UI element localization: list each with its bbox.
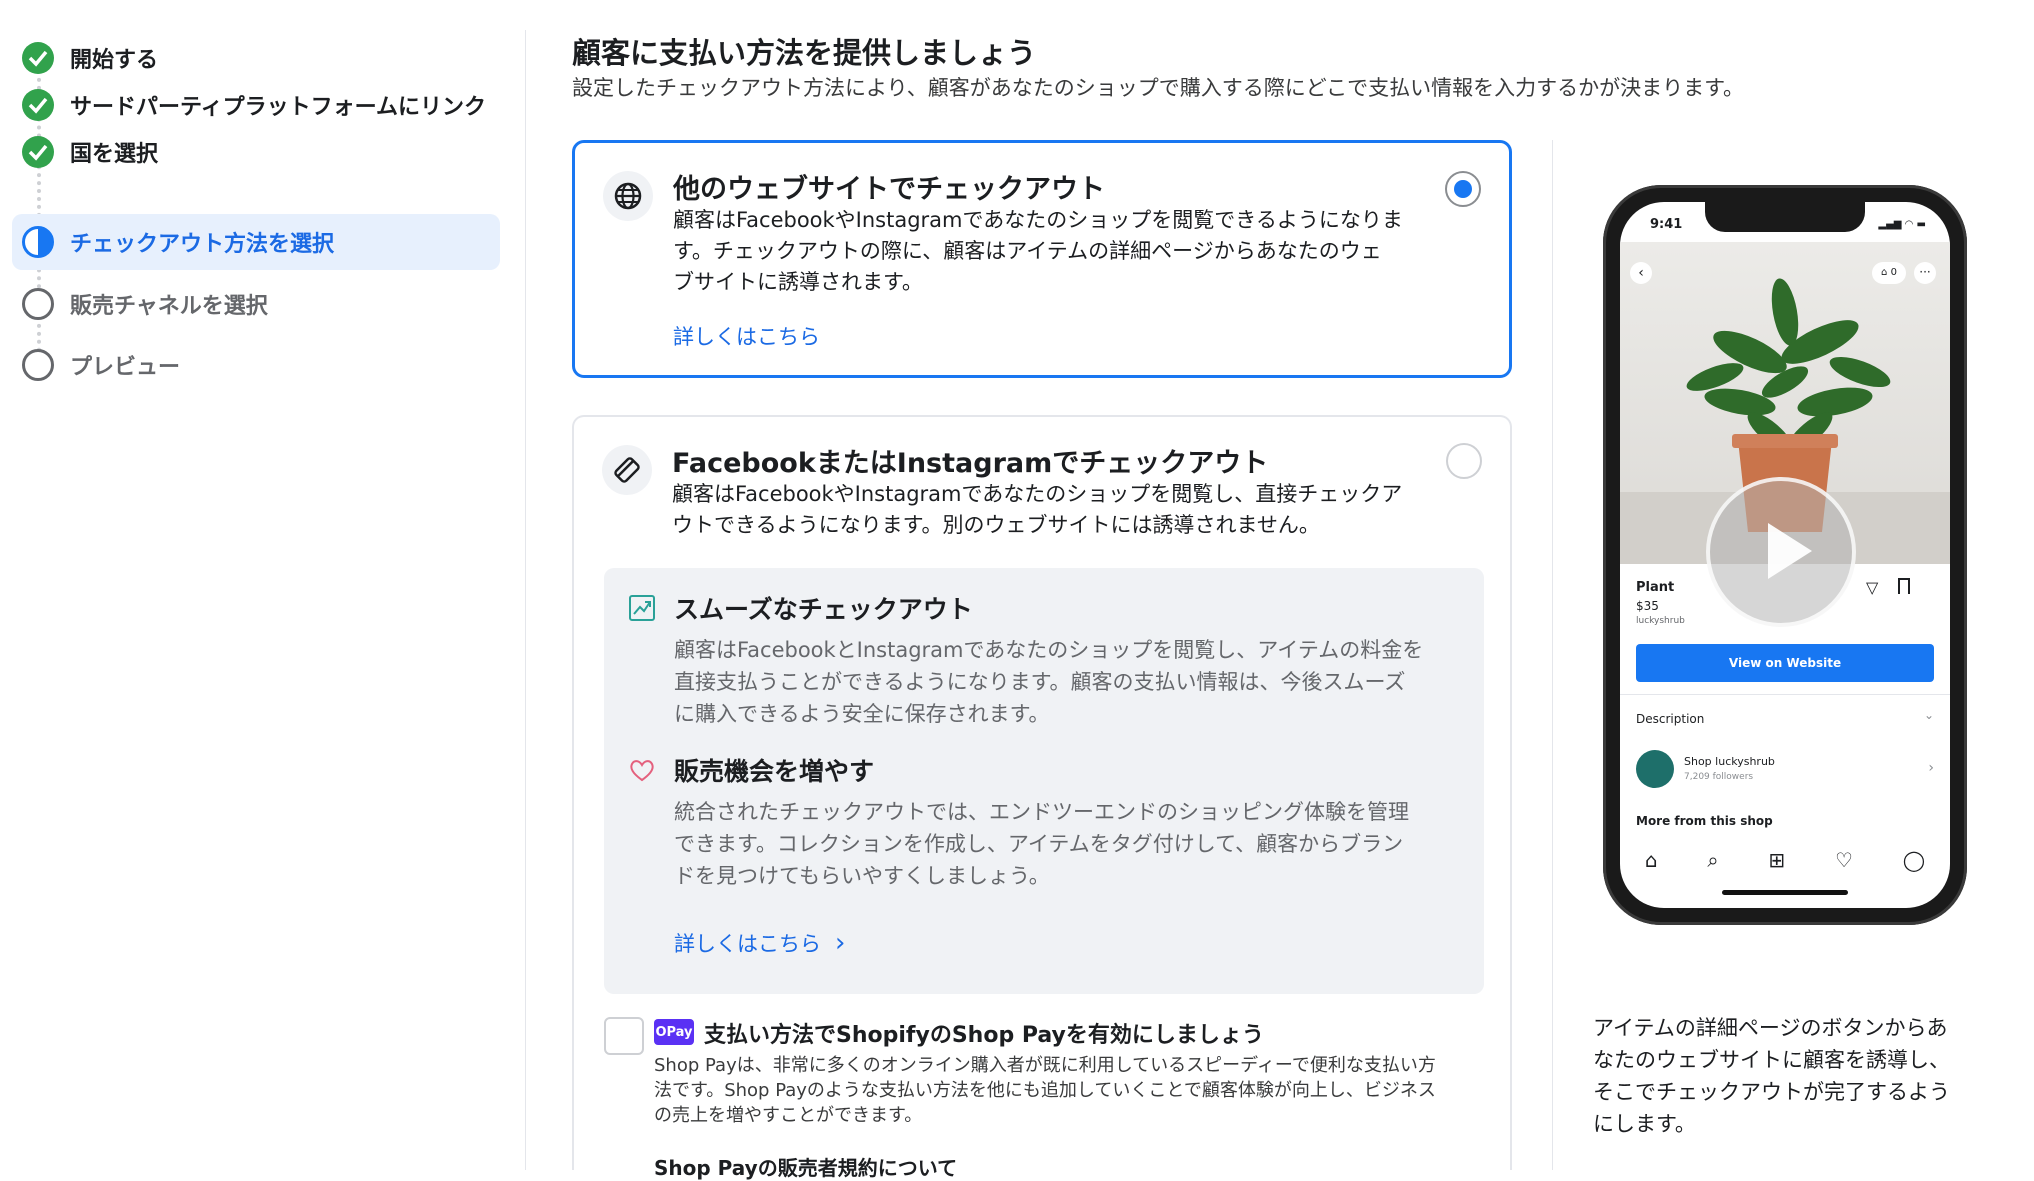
desc-line: Shop Payは、非常に多くのオンライン購入者が既に利用しているスピーディーで…: [654, 1055, 1436, 1076]
step-label: 開始する: [70, 48, 159, 73]
more-from-shop-label: More from this shop: [1636, 814, 1773, 828]
option-description: 顧客はFacebookやInstagramであなたのショップを閲覧できるようにな…: [673, 205, 1433, 298]
shoppay-title: 支払い方法でShopifyのShop Payを有効にしましょう: [704, 1023, 1264, 1048]
step-label: 販売チャネルを選択: [70, 294, 268, 319]
option-description: 顧客はFacebookやInstagramであなたのショップを閲覧し、直接チェッ…: [672, 479, 1432, 541]
caption-line: にします。: [1593, 1112, 1696, 1136]
heart-icon[interactable]: ♡: [1835, 848, 1853, 872]
preview-caption: アイテムの詳細ページのボタンからあ なたのウェブサイトに顧客を誘導し、 そこでチ…: [1593, 1012, 1993, 1140]
bottom-nav: ⌂ ⌕ ⊞ ♡ ◯: [1620, 842, 1950, 878]
page-subtitle: 設定したチェックアウト方法により、顧客があなたのショップで購入する際にどこで支払…: [572, 76, 1745, 100]
product-name: Plant: [1636, 580, 1675, 595]
card-payment-icon: [602, 445, 652, 495]
caption-line: そこでチェックアウトが完了するよう: [1593, 1080, 1950, 1104]
add-icon[interactable]: ⊞: [1768, 848, 1785, 872]
chevron-right-icon: ›: [835, 928, 846, 958]
benefit-description: 顧客はFacebookとInstagramであなたのショップを閲覧し、アイテムの…: [674, 634, 1474, 730]
view-on-website-button[interactable]: View on Website: [1636, 644, 1934, 682]
caption-line: アイテムの詳細ページのボタンからあ: [1593, 1016, 1948, 1040]
shoppay-checkbox[interactable]: [604, 1017, 644, 1055]
sidebar-divider: [525, 30, 526, 1170]
desc-line: ブサイトに誘導されます。: [673, 270, 923, 294]
shop-name: Shop luckyshrub: [1684, 755, 1775, 768]
benefit-title: 販売機会を増やす: [674, 757, 875, 786]
home-indicator: [1722, 890, 1848, 895]
link-label: 詳しくはこちら: [674, 932, 821, 956]
desc-line: 顧客はFacebookやInstagramであなたのショップを閲覧し、直接チェッ…: [672, 482, 1403, 506]
back-icon[interactable]: ‹: [1630, 262, 1652, 284]
status-bar-icons: ▂▄▆ ◠ ▬: [1878, 219, 1926, 230]
shoppay-description: Shop Payは、非常に多くのオンライン購入者が既に利用しているスピーディーで…: [654, 1053, 1484, 1128]
benefits-panel: スムーズなチェックアウト 顧客はFacebookとInstagramであなたのシ…: [604, 568, 1484, 994]
chevron-down-icon[interactable]: ⌄: [1924, 708, 1934, 722]
shoppay-terms-heading: Shop Payの販売者規約について: [654, 1156, 958, 1180]
desc-line: の売上を増やすことができます。: [654, 1105, 923, 1126]
step-select-country[interactable]: 国を選択: [12, 124, 500, 180]
shop-avatar: [1636, 750, 1674, 788]
shoppay-logo-icon: OPay: [654, 1019, 694, 1045]
desc-line: 顧客はFacebookとInstagramであなたのショップを閲覧し、アイテムの…: [674, 638, 1424, 662]
globe-icon: [603, 171, 653, 221]
product-shop-handle: luckyshrub: [1636, 616, 1685, 626]
learn-more-link[interactable]: 詳しくはこちら ›: [674, 928, 845, 958]
step-sales-channel[interactable]: 販売チャネルを選択: [12, 276, 500, 332]
home-icon[interactable]: ⌂: [1645, 848, 1658, 872]
chevron-right-icon[interactable]: ›: [1928, 760, 1934, 776]
option-radio-unselected[interactable]: [1446, 443, 1482, 479]
profile-icon[interactable]: ◯: [1903, 848, 1925, 872]
step-preview[interactable]: プレビュー: [12, 337, 500, 393]
desc-line: に購入できるよう安全に保存されます。: [674, 702, 1050, 726]
desc-line: 統合されたチェックアウトでは、エンドツーエンドのショッピング体験を管理: [674, 800, 1409, 824]
desc-line: ウトできるようになります。別のウェブサイトには誘導されません。: [672, 513, 1320, 537]
caption-line: なたのウェブサイトに顧客を誘導し、: [1593, 1048, 1950, 1072]
cart-badge[interactable]: ⌂ 0: [1872, 262, 1906, 284]
option-website-checkout[interactable]: 他のウェブサイトでチェックアウト 顧客はFacebookやInstagramであ…: [572, 140, 1512, 378]
search-icon[interactable]: ⌕: [1707, 848, 1718, 872]
empty-circle-icon: [22, 288, 54, 320]
phone-notch: [1705, 202, 1865, 232]
desc-line: 直接支払うことができるようになります。顧客の支払い情報は、今後スムーズ: [674, 670, 1406, 694]
option-title: 他のウェブサイトでチェックアウト: [673, 174, 1105, 205]
bag-icon: ⌂: [1881, 267, 1888, 278]
learn-more-link[interactable]: 詳しくはこちら: [673, 321, 820, 351]
cart-count: 0: [1890, 267, 1897, 278]
benefit-description: 統合されたチェックアウトでは、エンドツーエンドのショッピング体験を管理 できます…: [674, 796, 1474, 892]
option-meta-checkout[interactable]: FacebookまたはInstagramでチェックアウト 顧客はFacebook…: [572, 415, 1512, 1180]
product-price: $35: [1636, 599, 1659, 613]
trend-chart-icon: [628, 594, 656, 622]
step-label: プレビュー: [70, 355, 181, 380]
play-video-icon[interactable]: [1706, 477, 1856, 627]
check-circle-icon: [22, 136, 54, 168]
desc-line: できます。コレクションを作成し、アイテムをタグ付けして、顧客からブラン: [674, 832, 1404, 856]
desc-line: ドを見つけてもらいやすくしましょう。: [674, 864, 1050, 888]
empty-circle-icon: [22, 349, 54, 381]
divider: [1620, 694, 1950, 695]
option-radio-selected[interactable]: [1445, 171, 1481, 207]
step-label: チェックアウト方法を選択: [70, 232, 335, 257]
step-label: 国を選択: [70, 142, 159, 167]
step-label: サードパーティプラットフォームにリンク: [70, 95, 487, 120]
more-icon[interactable]: ···: [1914, 262, 1936, 284]
page-title: 顧客に支払い方法を提供しましょう: [572, 36, 1037, 70]
share-icon[interactable]: ▽: [1866, 578, 1878, 597]
heart-icon: [628, 756, 656, 784]
phone-screen: 9:41 ▂▄▆ ◠ ▬ ‹ ⌂ 0 ··· Plant $35 luckysh…: [1620, 202, 1950, 908]
shop-followers: 7,209 followers: [1684, 772, 1754, 782]
setup-steps-sidebar: 開始する サードパーティプラットフォームにリンク 国を選択 チェックアウト方法を…: [0, 0, 525, 1170]
step-checkout-method[interactable]: チェックアウト方法を選択: [12, 214, 500, 270]
preview-divider: [1552, 140, 1553, 1170]
status-time: 9:41: [1650, 217, 1683, 232]
check-circle-icon: [22, 89, 54, 121]
desc-line: す。チェックアウトの際に、顧客はアイテムの詳細ページからあなたのウェ: [673, 239, 1382, 263]
desc-line: 法です。Shop Payのような支払い方法を他にも追加していくことで顧客体験が向…: [654, 1080, 1436, 1101]
check-circle-icon: [22, 42, 54, 74]
desc-line: 顧客はFacebookやInstagramであなたのショップを閲覧できるようにな…: [673, 208, 1403, 232]
description-label: Description: [1636, 712, 1705, 726]
half-circle-icon: [22, 226, 54, 258]
benefit-title: スムーズなチェックアウト: [674, 595, 973, 624]
bookmark-icon[interactable]: [1898, 578, 1910, 594]
option-title: FacebookまたはInstagramでチェックアウト: [672, 448, 1269, 479]
